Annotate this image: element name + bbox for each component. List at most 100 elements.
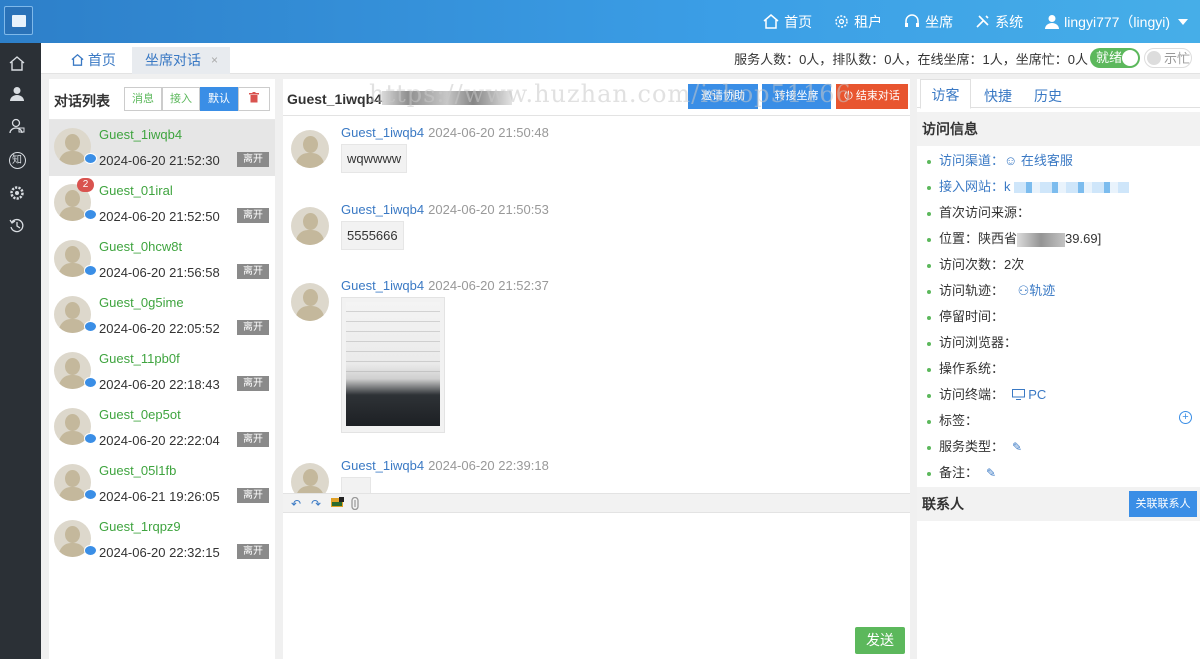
avatar <box>291 130 329 168</box>
close-icon[interactable]: × <box>211 47 218 74</box>
status-badge: 离开 <box>237 488 269 503</box>
home-icon <box>763 14 779 29</box>
guest-time: 2024-06-21 19:26:05 <box>99 489 220 504</box>
tab-agent-chat[interactable]: 坐席对话 × <box>132 47 230 74</box>
tab-history[interactable]: 历史 <box>1034 86 1062 106</box>
redo-icon[interactable]: ↷ <box>311 497 325 511</box>
tab-home[interactable]: 首页 <box>71 47 116 74</box>
list-item[interactable]: Guest_1iwqb4 2024-06-20 21:52:30 离开 <box>49 120 275 176</box>
knowledge-glyph: 知 <box>8 151 26 169</box>
bullet-dot <box>927 211 931 216</box>
topnav-agent[interactable]: 坐席 <box>904 12 953 32</box>
edit-icon[interactable]: ✎ <box>1012 440 1022 454</box>
message-meta: Guest_1iwqb4 2024-06-20 21:50:48 <box>341 125 549 140</box>
home-icon[interactable] <box>7 53 27 73</box>
chat-bubble-icon <box>84 321 97 332</box>
chevron-down-icon <box>1178 18 1188 25</box>
history-icon[interactable] <box>7 216 27 236</box>
user-icon[interactable] <box>7 83 27 103</box>
send-button[interactable]: 发送 <box>855 627 905 654</box>
status-badge: 离开 <box>237 432 269 447</box>
avatar <box>291 463 329 493</box>
page-tabs: 首页 坐席对话 × 服务人数：0人，排队数：0人，在线坐席：1人，坐席忙：0人 … <box>41 43 1200 74</box>
chat-bubble-icon <box>84 545 97 556</box>
topnav-system[interactable]: 系统 <box>975 12 1023 32</box>
info-row-first-source: 首次访问来源： <box>927 202 1030 221</box>
site-value[interactable]: k <box>1004 179 1011 194</box>
location-value-a: 陕西省 <box>978 231 1018 246</box>
guest-time: 2024-06-20 21:52:50 <box>99 209 220 224</box>
busy-label: 示忙 <box>1164 51 1191 66</box>
undo-icon[interactable]: ↶ <box>291 497 305 511</box>
track-icon: ⚇ <box>1017 283 1030 298</box>
list-item[interactable]: 2 Guest_01iral 2024-06-20 21:52:50 离开 <box>49 176 275 232</box>
filter-accept-button[interactable]: 接入 <box>162 87 200 111</box>
topnav-tenant[interactable]: 租户 <box>834 12 882 32</box>
chat-bubble-icon <box>84 377 97 388</box>
chat-icon: ☺ <box>1004 153 1021 168</box>
conversation-list-title: 对话列表 <box>54 93 110 109</box>
tab-home-label: 首页 <box>87 52 116 68</box>
list-item[interactable]: Guest_05l1fb 2024-06-21 19:26:05 离开 <box>49 456 275 512</box>
guest-time: 2024-06-20 22:05:52 <box>99 321 220 336</box>
list-item[interactable]: Guest_1rqpz9 2024-06-20 22:32:15 离开 <box>49 512 275 568</box>
chat-panel: Guest_1iwqb4 邀请协助 转接坐席 ⏻ 结束对话 Guest_1iwq… <box>283 79 910 659</box>
os-label: 操作系统： <box>939 361 1005 376</box>
bullet-dot <box>927 289 931 294</box>
filter-default-button[interactable]: 默认 <box>200 87 238 111</box>
message-sender: Guest_1iwqb4 <box>341 125 425 140</box>
knowledge-icon[interactable]: 知 <box>7 150 27 170</box>
gear-icon <box>835 15 848 28</box>
guest-name: Guest_0ep5ot <box>99 407 181 422</box>
info-row-browser: 访问浏览器： <box>927 332 1017 351</box>
link-contact-button[interactable]: 关联联系人 <box>1129 491 1197 517</box>
bullet-dot <box>927 237 931 242</box>
channel-value[interactable]: 在线客服 <box>1021 153 1073 168</box>
list-item[interactable]: Guest_11pb0f 2024-06-20 22:18:43 离开 <box>49 344 275 400</box>
message-time: 2024-06-20 21:50:48 <box>428 125 549 140</box>
visit-info-title: 访问信息 <box>917 112 1200 146</box>
info-row-visits: 访问次数：2次 <box>927 254 1024 273</box>
photo-thumbnail <box>346 302 440 426</box>
tab-quick[interactable]: 快捷 <box>984 86 1012 106</box>
add-tag-icon[interactable]: + <box>1179 411 1192 424</box>
chat-bubble-icon <box>84 489 97 500</box>
guest-name: Guest_1rqpz9 <box>99 519 181 534</box>
list-item[interactable]: Guest_0hcw8t 2024-06-20 21:56:58 离开 <box>49 232 275 288</box>
topnav-home-label: 首页 <box>784 13 813 30</box>
user-menu[interactable]: lingyi777（lingyi) <box>1045 12 1188 32</box>
filter-messages-button[interactable]: 消息 <box>124 87 162 111</box>
app-logo[interactable] <box>4 6 33 35</box>
device-label: 访问终端： <box>939 387 1005 402</box>
ready-label: 就绪 <box>1096 50 1123 65</box>
attachment-icon[interactable] <box>351 496 365 511</box>
service-stats: 服务人数：0人，排队数：0人，在线坐席：1人，坐席忙：0人 <box>734 52 1088 67</box>
message-meta: Guest_1iwqb4 2024-06-20 22:39:18 <box>341 458 549 473</box>
toggle-knob <box>1147 51 1161 65</box>
busy-toggle[interactable]: 示忙 <box>1144 48 1192 68</box>
location-value-b: 39.69] <box>1065 231 1102 246</box>
delete-button[interactable] <box>238 87 270 111</box>
status-badge: 离开 <box>237 152 269 167</box>
info-row-remark: 备注： ✎ <box>927 462 996 481</box>
tags-label: 标签： <box>939 413 979 428</box>
status-badge: 离开 <box>237 544 269 559</box>
guest-name: Guest_0g5ime <box>99 295 184 310</box>
message-bubble <box>341 477 371 493</box>
contacts-icon[interactable] <box>7 116 27 136</box>
tab-visitor[interactable]: 访客 <box>920 79 971 109</box>
list-item[interactable]: Guest_0ep5ot 2024-06-20 22:22:04 离开 <box>49 400 275 456</box>
message-sender: Guest_1iwqb4 <box>341 278 425 293</box>
message-image[interactable] <box>341 297 445 433</box>
top-nav: 首页 租户 坐席 系统 lingyi777（lingyi) <box>763 0 1200 43</box>
topnav-home[interactable]: 首页 <box>763 12 812 32</box>
image-icon[interactable] <box>331 497 345 511</box>
edit-icon[interactable]: ✎ <box>986 466 996 480</box>
settings-icon[interactable] <box>7 183 27 203</box>
ready-toggle[interactable]: 就绪 <box>1090 48 1140 68</box>
chat-bubble-icon <box>84 209 97 220</box>
service-type-label: 服务类型： <box>939 439 1005 454</box>
stay-label: 停留时间： <box>939 309 1005 324</box>
track-link[interactable]: 轨迹 <box>1029 283 1055 298</box>
list-item[interactable]: Guest_0g5ime 2024-06-20 22:05:52 离开 <box>49 288 275 344</box>
